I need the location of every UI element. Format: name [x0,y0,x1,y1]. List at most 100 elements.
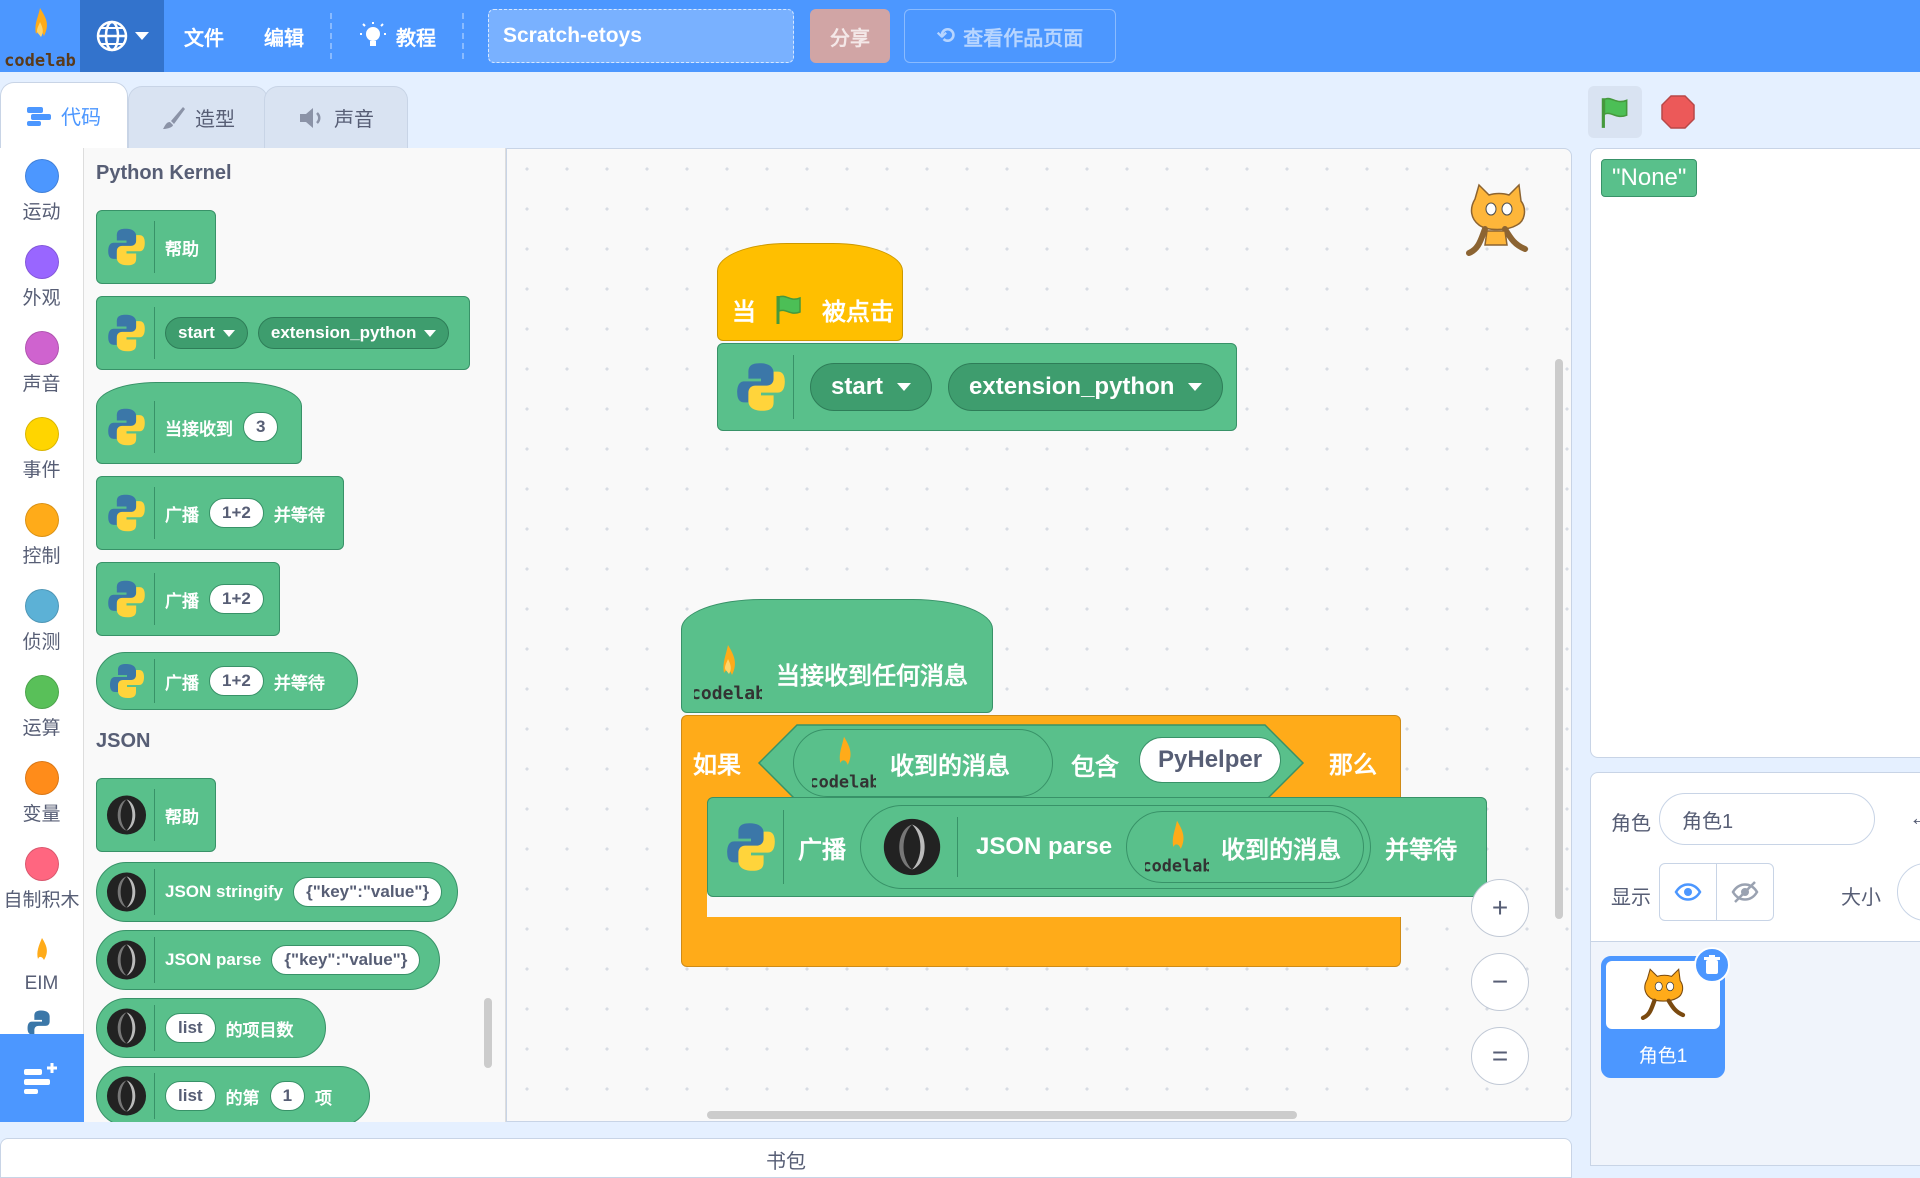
code-workspace[interactable]: 当 被点击 start extension_python codelab 当接收… [506,148,1572,1122]
control-dot [24,502,59,537]
python-icon [105,573,155,625]
menu-divider [330,13,332,59]
variable-monitor: "None" [1601,159,1698,197]
category-looks[interactable]: 外观 [0,234,83,320]
list-input[interactable]: list [165,1013,216,1043]
chevron-down-icon [135,32,149,40]
code-icon [27,106,51,126]
broadcast-value-input[interactable]: 1+2 [209,666,264,696]
zoom-in-icon: + [1491,892,1509,923]
broadcast-json-parse-block[interactable]: 广播 JSON parse codelab 收到的消息 并等待 [707,797,1487,897]
extension-dropdown[interactable]: extension_python [257,317,450,349]
remix-icon: ⟲ [936,23,956,48]
green-flag-button[interactable] [1588,86,1642,138]
codelab-flame-icon: codelab [1145,820,1209,875]
when-receive-any-message-block[interactable]: codelab 当接收到任何消息 [681,599,993,713]
zoom-reset-icon: = [1491,1040,1509,1071]
zoom-in-button[interactable]: + [1471,879,1529,937]
json-parse-input[interactable]: {"key":"value"} [271,945,421,975]
looks-dot [24,244,59,279]
cat-sprite-edge [1913,453,1920,503]
extension-dropdown[interactable]: extension_python [948,363,1224,411]
codelab-logo[interactable]: codelab [0,0,80,72]
stage-controls [1588,86,1698,138]
delete-sprite-button[interactable] [1694,947,1730,983]
backpack[interactable]: 书包 [0,1138,1572,1178]
palette-list-item-block[interactable]: list 的第 1 项 [96,1066,370,1122]
stop-button[interactable] [1658,92,1698,132]
menu-divider [462,13,464,59]
palette-python-start-block[interactable]: start extension_python [96,296,470,370]
palette-list-length-block[interactable]: list 的项目数 [96,998,326,1058]
json-icon [105,1005,155,1051]
palette-broadcast-wait-block[interactable]: 广播 1+2 并等待 [96,476,344,550]
list-input[interactable]: list [165,1081,216,1111]
category-sound[interactable]: 声音 [0,320,83,406]
stage[interactable]: "None" [1590,148,1920,758]
receive-value-input[interactable]: 3 [243,412,279,442]
contains-condition[interactable]: codelab 收到的消息 包含 PyHelper ? [757,723,1305,803]
palette-broadcast-wait-reporter[interactable]: 广播 1+2 并等待 [96,652,358,710]
category-my-blocks[interactable]: 自制积木 [0,836,83,922]
show-visible-button[interactable] [1659,863,1717,921]
pyhelper-input[interactable]: PyHelper [1139,737,1282,783]
broadcast-value-input[interactable]: 1+2 [209,584,264,614]
palette-json-stringify-block[interactable]: JSON stringify {"key":"value"} [96,862,458,922]
workspace-vertical-scrollbar[interactable] [1555,359,1563,919]
category-motion[interactable]: 运动 [0,148,83,234]
category-operators[interactable]: 运算 [0,664,83,750]
palette-section-json: JSON [96,730,151,752]
category-control[interactable]: 控制 [0,492,83,578]
broadcast-value-input[interactable]: 1+2 [209,498,264,528]
palette-json-help-block[interactable]: 帮助 [96,778,216,852]
start-dropdown[interactable]: start [810,363,933,411]
block-palette: Python Kernel 帮助 start extension_python … [84,148,506,1122]
tab-costumes[interactable]: 造型 [128,86,268,148]
start-dropdown[interactable]: start [165,317,248,349]
python-icon [105,659,155,703]
codelab-flame-icon: codelab [694,645,762,704]
item-index-input[interactable]: 1 [269,1081,306,1111]
sprite-list: 角色1 [1590,942,1920,1166]
question-mark: ? [1265,747,1280,774]
json-stringify-input[interactable]: {"key":"value"} [293,877,443,907]
show-hidden-button[interactable] [1716,863,1774,921]
if-block-bottom [681,917,1401,967]
then-label: 那么 [1329,752,1377,779]
when-flag-clicked-block[interactable]: 当 被点击 [717,243,903,341]
language-button[interactable] [80,0,164,72]
category-events[interactable]: 事件 [0,406,83,492]
tab-sounds[interactable]: 声音 [264,86,408,148]
category-eim[interactable]: EIM [0,922,83,1008]
palette-broadcast-block[interactable]: 广播 1+2 [96,562,280,636]
palette-python-help-block[interactable]: 帮助 [96,210,216,284]
share-button[interactable]: 分享 [810,9,890,63]
json-parse-reporter[interactable]: JSON parse codelab 收到的消息 [860,805,1372,889]
add-extension-icon [24,1063,57,1094]
python-start-block[interactable]: start extension_python [717,343,1237,431]
zoom-reset-button[interactable]: = [1471,1027,1529,1085]
sensing-dot [24,588,59,623]
green-flag-icon [776,295,801,324]
received-message-reporter[interactable]: codelab 收到的消息 [1126,811,1365,883]
sprite-name-input[interactable]: 角色1 [1659,793,1875,845]
workspace-horizontal-scrollbar[interactable] [707,1111,1297,1119]
palette-json-parse-block[interactable]: JSON parse {"key":"value"} [96,930,440,990]
zoom-out-button[interactable]: − [1471,953,1529,1011]
category-sensing[interactable]: 侦测 [0,578,83,664]
see-project-page-button[interactable]: ⟲ 查看作品页面 [904,9,1116,63]
tutorial-menu[interactable]: 教程 [338,0,456,72]
category-variables[interactable]: 变量 [0,750,83,836]
add-extension-button[interactable] [0,1034,84,1122]
palette-scrollbar[interactable] [484,998,492,1068]
palette-when-receive-block[interactable]: 当接收到 3 [96,382,302,464]
if-block-left-arm [681,809,707,919]
stop-icon [1661,95,1695,129]
received-message-reporter[interactable]: codelab 收到的消息 [793,729,1053,797]
size-input[interactable] [1897,863,1920,921]
edit-menu[interactable]: 编辑 [244,0,324,72]
sprite-tile[interactable]: 角色1 [1601,947,1730,1078]
project-title-input[interactable]: Scratch-etoys [488,9,794,63]
tab-code[interactable]: 代码 [0,82,128,148]
file-menu[interactable]: 文件 [164,0,244,72]
